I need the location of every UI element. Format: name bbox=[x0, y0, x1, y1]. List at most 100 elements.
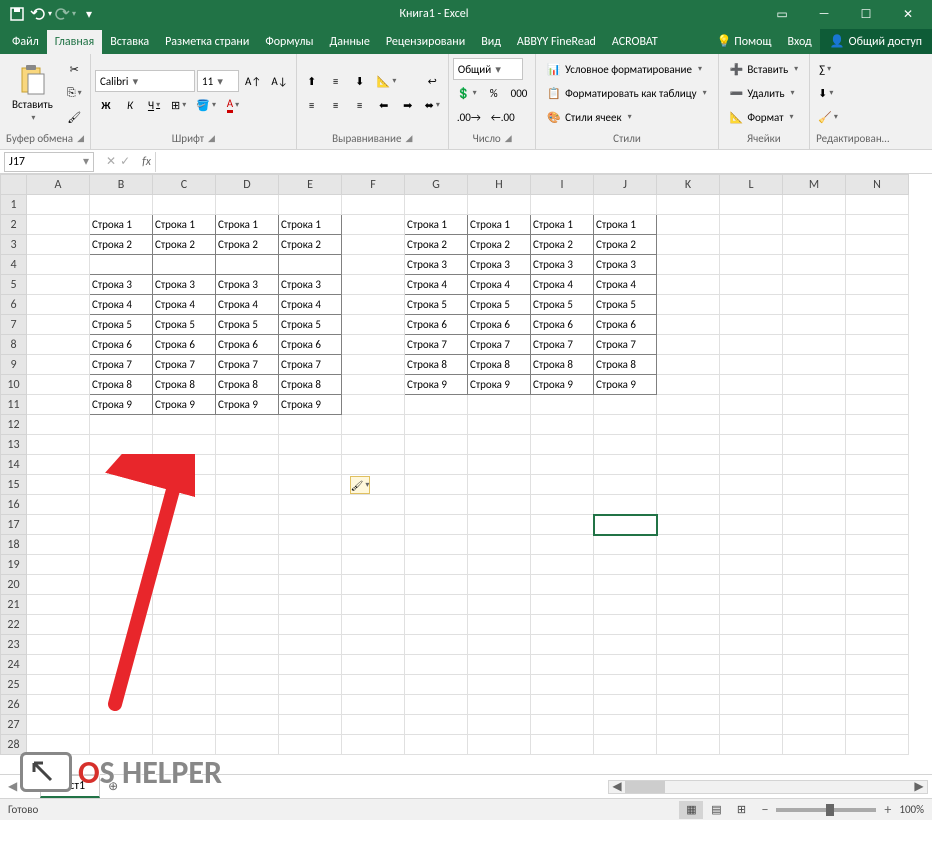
cell[interactable] bbox=[279, 575, 342, 595]
cell[interactable] bbox=[720, 355, 783, 375]
col-header[interactable]: I bbox=[531, 175, 594, 195]
cell[interactable]: Строка 8 bbox=[468, 355, 531, 375]
cell[interactable] bbox=[153, 455, 216, 475]
undo-icon[interactable]: ▾ bbox=[30, 3, 52, 25]
cell[interactable] bbox=[531, 395, 594, 415]
cell[interactable]: Строка 2 bbox=[153, 235, 216, 255]
cell[interactable] bbox=[468, 455, 531, 475]
row-header[interactable]: 14 bbox=[1, 455, 27, 475]
cell[interactable] bbox=[594, 735, 657, 755]
cell[interactable] bbox=[720, 715, 783, 735]
cell[interactable] bbox=[657, 495, 720, 515]
cell[interactable] bbox=[531, 495, 594, 515]
cell[interactable] bbox=[846, 735, 909, 755]
cell[interactable] bbox=[90, 715, 153, 735]
cell[interactable] bbox=[279, 555, 342, 575]
border-icon[interactable]: ⊞▾ bbox=[167, 94, 190, 116]
tab-insert[interactable]: Вставка bbox=[102, 30, 157, 54]
cell[interactable] bbox=[720, 315, 783, 335]
cell[interactable]: Строка 3 bbox=[531, 255, 594, 275]
zoom-level[interactable]: 100% bbox=[899, 803, 924, 816]
tab-file[interactable]: Файл bbox=[4, 30, 47, 54]
cell[interactable] bbox=[342, 215, 405, 235]
cell[interactable] bbox=[405, 455, 468, 475]
thousands-icon[interactable]: 000 bbox=[507, 82, 532, 104]
cell[interactable] bbox=[216, 515, 279, 535]
row-header[interactable]: 5 bbox=[1, 275, 27, 295]
bold-button[interactable]: Ж bbox=[95, 94, 117, 116]
cell[interactable] bbox=[657, 675, 720, 695]
cell[interactable] bbox=[531, 535, 594, 555]
cell[interactable] bbox=[27, 615, 90, 635]
cell[interactable] bbox=[405, 675, 468, 695]
tab-view[interactable]: Вид bbox=[473, 30, 509, 54]
cell[interactable] bbox=[720, 335, 783, 355]
cell[interactable] bbox=[594, 495, 657, 515]
cell[interactable] bbox=[216, 635, 279, 655]
cell[interactable] bbox=[279, 475, 342, 495]
cell[interactable] bbox=[90, 495, 153, 515]
row-header[interactable]: 3 bbox=[1, 235, 27, 255]
cell[interactable] bbox=[405, 575, 468, 595]
cell[interactable] bbox=[846, 595, 909, 615]
row-header[interactable]: 25 bbox=[1, 675, 27, 695]
align-right-icon[interactable]: ≡ bbox=[349, 94, 371, 116]
col-header[interactable]: F bbox=[342, 175, 405, 195]
cell[interactable] bbox=[90, 595, 153, 615]
cell[interactable] bbox=[342, 255, 405, 275]
cell[interactable] bbox=[27, 675, 90, 695]
cell[interactable] bbox=[720, 655, 783, 675]
cell[interactable]: Строка 1 bbox=[531, 215, 594, 235]
cell[interactable] bbox=[153, 435, 216, 455]
cell[interactable] bbox=[153, 655, 216, 675]
cell[interactable] bbox=[720, 455, 783, 475]
minimize-icon[interactable]: — bbox=[804, 3, 844, 25]
cell[interactable]: Строка 7 bbox=[279, 355, 342, 375]
dialog-launcher-icon[interactable]: ◢ bbox=[77, 133, 84, 144]
cell[interactable] bbox=[468, 515, 531, 535]
cell[interactable] bbox=[405, 195, 468, 215]
cell[interactable] bbox=[216, 475, 279, 495]
cell[interactable] bbox=[405, 595, 468, 615]
cell[interactable] bbox=[783, 675, 846, 695]
dialog-launcher-icon[interactable]: ◢ bbox=[505, 133, 512, 144]
cell[interactable] bbox=[90, 555, 153, 575]
next-sheet-icon[interactable]: ▶ bbox=[23, 779, 32, 794]
cell[interactable] bbox=[720, 515, 783, 535]
cell[interactable] bbox=[657, 435, 720, 455]
view-page-break-icon[interactable]: ⊞ bbox=[729, 801, 753, 819]
cell[interactable]: Строка 2 bbox=[468, 235, 531, 255]
cell[interactable]: Строка 4 bbox=[90, 295, 153, 315]
cell[interactable] bbox=[783, 355, 846, 375]
cell[interactable] bbox=[27, 595, 90, 615]
cell[interactable] bbox=[846, 335, 909, 355]
cell[interactable] bbox=[405, 735, 468, 755]
cell[interactable] bbox=[27, 455, 90, 475]
cell[interactable]: Строка 5 bbox=[531, 295, 594, 315]
cell[interactable] bbox=[90, 515, 153, 535]
cell[interactable] bbox=[846, 655, 909, 675]
cell[interactable] bbox=[720, 555, 783, 575]
cell[interactable] bbox=[153, 255, 216, 275]
row-header[interactable]: 13 bbox=[1, 435, 27, 455]
row-header[interactable]: 16 bbox=[1, 495, 27, 515]
cell[interactable] bbox=[216, 555, 279, 575]
cell[interactable] bbox=[342, 435, 405, 455]
font-name-combo[interactable]: Calibri▾ bbox=[95, 70, 195, 92]
cell[interactable]: Строка 9 bbox=[594, 375, 657, 395]
cell[interactable] bbox=[27, 435, 90, 455]
row-header[interactable]: 26 bbox=[1, 695, 27, 715]
col-header[interactable]: D bbox=[216, 175, 279, 195]
row-header[interactable]: 6 bbox=[1, 295, 27, 315]
align-left-icon[interactable]: ≡ bbox=[301, 94, 323, 116]
cell[interactable] bbox=[27, 735, 90, 755]
row-header[interactable]: 17 bbox=[1, 515, 27, 535]
cell[interactable] bbox=[531, 615, 594, 635]
cell[interactable] bbox=[720, 675, 783, 695]
cell[interactable] bbox=[783, 595, 846, 615]
cell[interactable] bbox=[531, 475, 594, 495]
cell[interactable] bbox=[27, 715, 90, 735]
cell[interactable]: Строка 4 bbox=[153, 295, 216, 315]
cell[interactable] bbox=[90, 575, 153, 595]
cell[interactable]: Строка 5 bbox=[468, 295, 531, 315]
